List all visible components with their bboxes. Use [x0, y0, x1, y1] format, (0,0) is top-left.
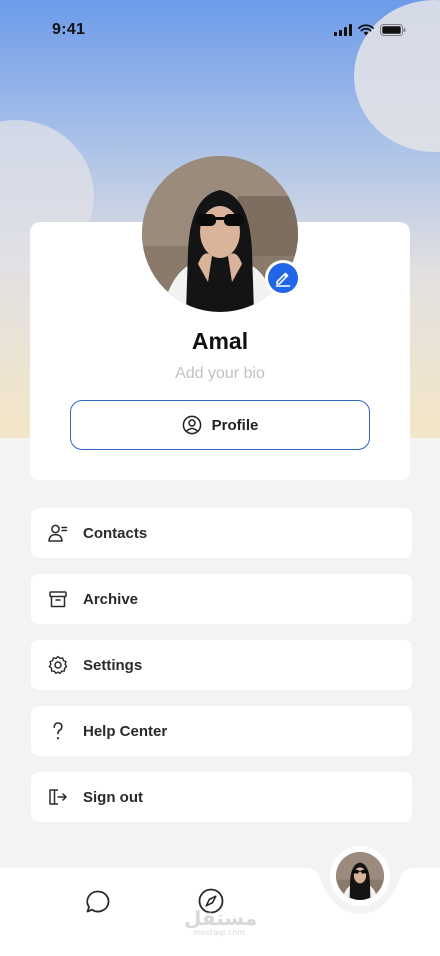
watermark-logo: مستقل — [184, 906, 258, 930]
menu-item-label: Sign out — [83, 788, 143, 806]
user-name: Amal — [191, 328, 249, 354]
settings-icon — [48, 655, 68, 675]
sign-out-icon — [49, 789, 67, 805]
menu-item-archive[interactable]: Archive — [31, 574, 412, 624]
nav-profile-tab[interactable] — [330, 846, 390, 906]
menu-item-help-center[interactable]: Help Center — [31, 706, 412, 756]
menu-item-label: Settings — [83, 656, 143, 674]
profile-button[interactable]: Profile — [70, 400, 370, 450]
bio-placeholder[interactable]: Add your bio — [30, 365, 410, 383]
wifi-icon — [358, 24, 374, 36]
profile-button-label: Profile — [211, 416, 259, 434]
menu-item-label: Help Center — [83, 722, 168, 740]
archive-icon — [49, 591, 67, 608]
menu-item-sign-out[interactable]: Sign out — [31, 772, 412, 822]
edit-avatar-button[interactable] — [265, 260, 301, 296]
watermark-url: mostaql.com — [193, 928, 245, 937]
watermark: مستقل mostaql.com — [184, 906, 258, 938]
menu-item-contacts[interactable]: Contacts — [31, 508, 412, 558]
battery-icon — [380, 24, 406, 36]
help-icon — [53, 722, 63, 740]
chat-icon[interactable] — [84, 888, 112, 916]
status-icons — [334, 24, 406, 36]
menu-item-label: Contacts — [83, 524, 148, 542]
profile-avatar-thumbnail — [336, 852, 384, 900]
user-circle-icon — [182, 415, 202, 435]
signal-icon — [334, 24, 352, 36]
menu-item-label: Archive — [83, 590, 139, 608]
contacts-icon — [48, 524, 68, 542]
menu-item-settings[interactable]: Settings — [31, 640, 412, 690]
pencil-icon — [275, 272, 291, 287]
status-time: 9:41 — [52, 21, 86, 38]
status-bar: 9:41 — [0, 0, 440, 60]
